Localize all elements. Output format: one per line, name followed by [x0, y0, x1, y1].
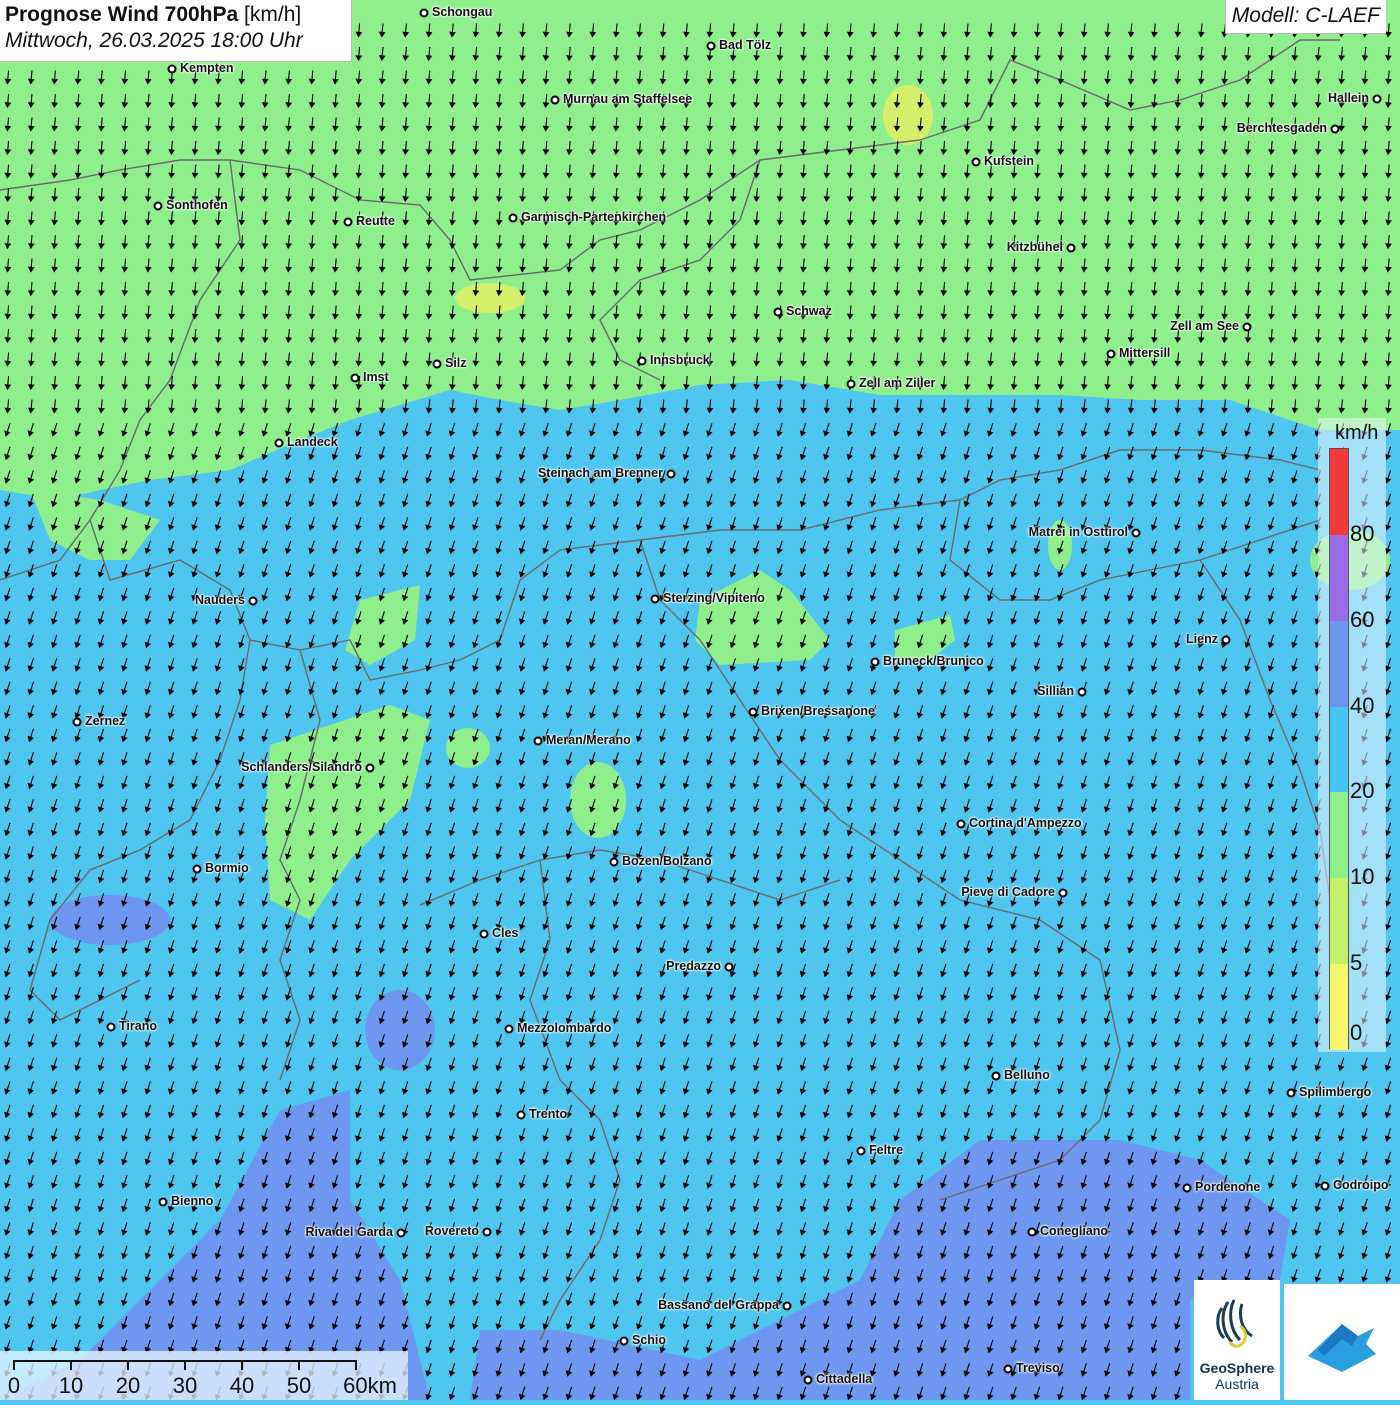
- wind-field-purple-west: [50, 895, 170, 945]
- wind-field-yellow-patch1: [455, 283, 525, 313]
- wind-field-purple-patch: [365, 990, 435, 1070]
- wind-field-yellow-patch2: [883, 85, 933, 145]
